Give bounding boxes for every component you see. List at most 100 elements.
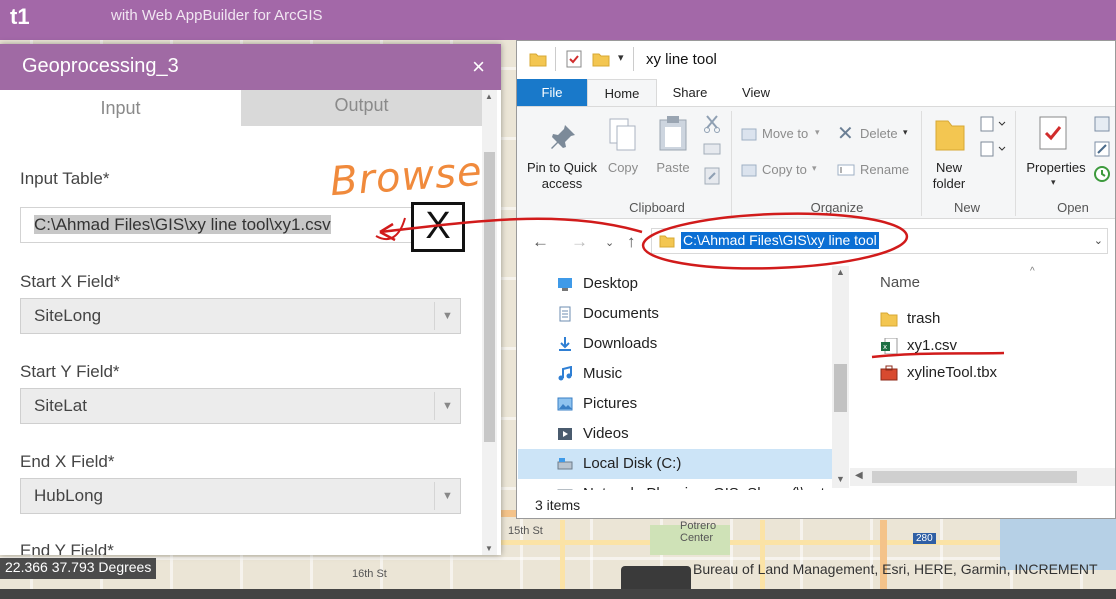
close-icon[interactable]: × (472, 54, 485, 80)
start-y-label: Start Y Field* (20, 362, 120, 381)
map-street-label: 15th St (508, 525, 543, 537)
nav-item-music[interactable]: Music (555, 359, 833, 389)
tab-home[interactable]: Home (587, 79, 657, 106)
delete-button[interactable]: Delete (860, 126, 898, 142)
explorer-titlebar[interactable]: ▾ xy line tool (517, 41, 1115, 79)
tab-share[interactable]: Share (665, 79, 715, 106)
up-arrow-icon[interactable]: ↑ (627, 232, 636, 252)
new-folder-button[interactable]: New folder (927, 160, 971, 192)
file-row-trash[interactable]: trash (880, 307, 940, 331)
new-folder-icon[interactable] (592, 50, 610, 68)
tab-output[interactable]: Output (241, 90, 482, 126)
scroll-down-icon[interactable]: ▼ (836, 474, 845, 484)
scroll-up-icon[interactable]: ▲ (836, 267, 845, 277)
panel-titlebar[interactable]: Geoprocessing_3 × (0, 44, 501, 90)
rename-button[interactable]: Rename (860, 162, 909, 178)
paste-shortcut-icon[interactable] (703, 167, 721, 185)
open-icon[interactable] (1093, 115, 1111, 133)
panel-scrollbar[interactable]: ▲ ▼ (482, 90, 497, 555)
column-header-name[interactable]: Name (880, 274, 920, 291)
scroll-thumb[interactable] (834, 364, 847, 412)
app-logo: t1 (10, 4, 30, 29)
copy-button[interactable]: Copy (605, 160, 641, 176)
documents-icon (559, 306, 571, 322)
map-attribution: Bureau of Land Management, Esri, HERE, G… (693, 561, 1098, 577)
move-to-icon (741, 128, 757, 141)
scroll-thumb[interactable] (872, 471, 1077, 483)
chevron-down-icon: ▾ (812, 163, 817, 173)
cut-icon[interactable] (703, 115, 721, 133)
app-header: t1 with Web AppBuilder for ArcGIS (0, 0, 1116, 40)
annotation-browse: Browse (328, 148, 484, 206)
nav-item-desktop[interactable]: Desktop (555, 269, 833, 299)
nav-item-documents[interactable]: Documents (555, 299, 833, 329)
bottom-strip (0, 589, 1116, 599)
scroll-down-icon[interactable]: ▼ (485, 544, 493, 553)
organize-group-label: Organize (810, 200, 864, 215)
file-list-hscrollbar[interactable]: ◀ (850, 468, 1115, 486)
forward-arrow-icon[interactable]: → (571, 232, 588, 252)
chevron-down-icon[interactable]: ▼ (434, 392, 460, 420)
file-list-pane: ^ Name trash x xy1.csv xylineTool.tbx (850, 266, 1115, 488)
back-arrow-icon[interactable]: ← (532, 232, 549, 252)
copy-path-icon[interactable] (703, 143, 721, 155)
input-table-field[interactable]: C:\Ahmad Files\GIS\xy line tool\xy1.csv (20, 207, 461, 243)
nav-item-pictures[interactable]: Pictures (555, 389, 833, 419)
pin-icon (551, 125, 575, 149)
customize-qat-icon[interactable]: ▾ (618, 51, 624, 64)
chevron-down-icon[interactable]: ⌄ (1094, 234, 1103, 247)
file-row-xy1-csv[interactable]: x xy1.csv (880, 334, 957, 358)
start-x-label: Start X Field* (20, 272, 121, 291)
chevron-down-icon[interactable]: ▼ (434, 302, 460, 330)
file-row-xylinetool-tbx[interactable]: xylineTool.tbx (880, 361, 997, 385)
item-count: 3 items (535, 497, 581, 513)
start-y-value: SiteLat (34, 396, 87, 415)
delete-icon: ✕ (837, 123, 854, 145)
ribbon-tabs: File Home Share View (517, 79, 1115, 106)
folder-icon[interactable] (529, 50, 547, 68)
properties-check-icon[interactable] (565, 50, 583, 68)
nav-item-label: Desktop (583, 275, 639, 292)
scroll-left-icon[interactable]: ◀ (855, 470, 863, 481)
copy-to-button[interactable]: Copy to (762, 162, 807, 178)
nav-pane-scrollbar[interactable]: ▲ ▼ (832, 266, 849, 488)
start-y-select[interactable]: SiteLat ▼ (20, 388, 461, 424)
input-table-label: Input Table* (20, 169, 110, 188)
nav-item-downloads[interactable]: Downloads (555, 329, 833, 359)
move-to-button[interactable]: Move to (762, 126, 808, 142)
chevron-down-icon[interactable]: ▼ (434, 482, 460, 510)
nav-item-local-disk[interactable]: Local Disk (C:) (518, 449, 832, 479)
easy-access-icon[interactable] (979, 140, 1007, 158)
edit-icon[interactable] (1093, 140, 1111, 158)
tab-file[interactable]: File (517, 79, 587, 106)
nav-item-videos[interactable]: Videos (555, 419, 833, 449)
address-path[interactable]: C:\Ahmad Files\GIS\xy line tool (681, 232, 879, 249)
folder-icon (880, 312, 898, 327)
drive-icon (557, 458, 573, 470)
tab-view[interactable]: View (731, 79, 781, 106)
new-item-icon[interactable] (979, 115, 1007, 133)
file-name: xy1.csv (907, 337, 958, 354)
scroll-thumb[interactable] (484, 152, 495, 442)
map-highway-label: 280 (913, 533, 936, 544)
file-name: xylineTool.tbx (907, 364, 998, 381)
nav-item-label: Downloads (583, 335, 658, 352)
window-title: xy line tool (646, 51, 717, 68)
scroll-up-icon[interactable]: ▲ (485, 92, 493, 101)
recent-locations-icon[interactable]: ⌄ (605, 236, 614, 249)
start-x-select[interactable]: SiteLong ▼ (20, 298, 461, 334)
input-table-value: C:\Ahmad Files\GIS\xy line tool\xy1.csv (34, 215, 331, 234)
file-name: trash (907, 310, 941, 327)
end-x-label: End X Field* (20, 452, 115, 471)
history-icon[interactable] (1093, 165, 1111, 183)
new-group-label: New (953, 200, 980, 215)
paste-button[interactable]: Paste (653, 160, 693, 176)
panel-title: Geoprocessing_3 (22, 55, 179, 77)
downloads-icon (559, 337, 571, 351)
desktop-icon (558, 278, 572, 291)
pin-to-quick-access-button[interactable]: Pin to Quick access (521, 160, 603, 192)
music-icon (558, 366, 572, 381)
end-x-select[interactable]: HubLong ▼ (20, 478, 461, 514)
properties-button[interactable]: Properties (1022, 160, 1090, 176)
tab-input[interactable]: Input (0, 90, 241, 126)
